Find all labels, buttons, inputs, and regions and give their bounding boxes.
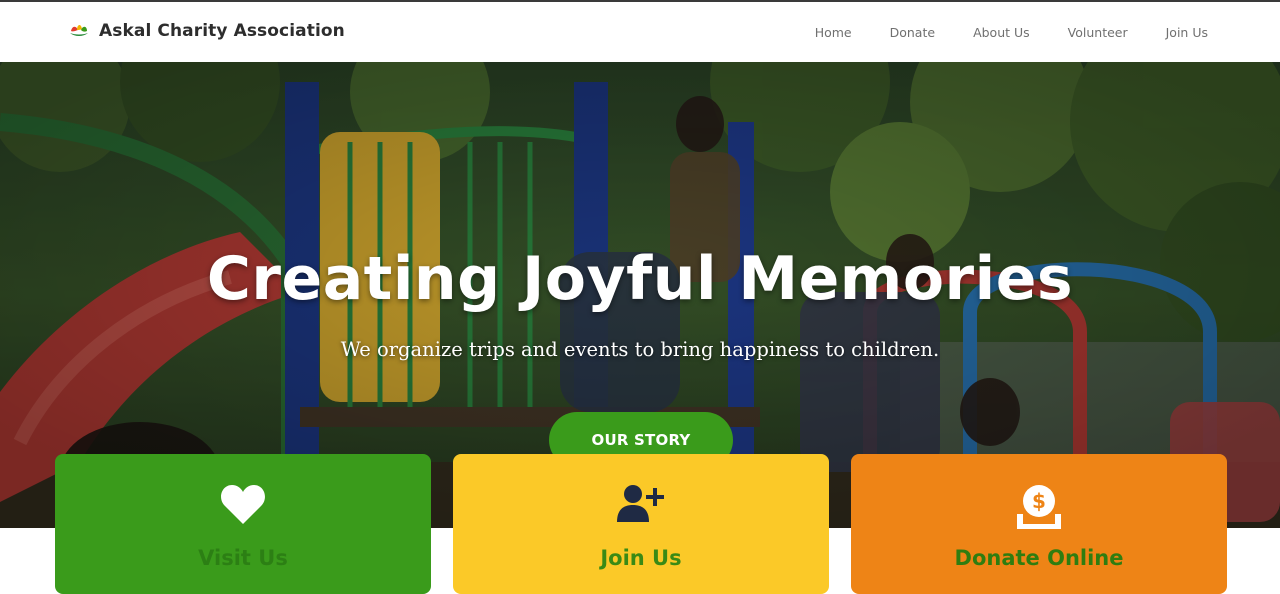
donate-online-label: Donate Online [954,546,1124,570]
svg-text:$: $ [1032,489,1046,513]
visit-us-icon-wrap [55,484,431,526]
visit-us-card[interactable]: Visit Us [55,454,431,594]
donate-icon: $ [1017,485,1061,529]
heart-icon [221,485,265,524]
nav-link-about-us[interactable]: About Us [973,25,1030,40]
add-user-icon [617,485,664,522]
hero-title: Creating Joyful Memories [206,244,1074,314]
brand-name: Askal Charity Association [99,21,345,41]
hero-subtitle: We organize trips and events to bring ha… [340,338,940,361]
main-nav: Home Donate About Us Volunteer Join Us [777,2,1208,62]
visit-us-label: Visit Us [198,546,288,570]
donate-online-icon-wrap: $ [851,484,1227,530]
brand-link[interactable]: Askal Charity Association [68,20,345,42]
nav-link-donate[interactable]: Donate [890,25,935,40]
nav-link-join-us[interactable]: Join Us [1166,25,1208,40]
nav-link-volunteer[interactable]: Volunteer [1068,25,1128,40]
join-us-card[interactable]: Join Us [453,454,829,594]
leaf-logo-icon [70,24,88,36]
navbar: Askal Charity Association Home Donate Ab… [0,2,1280,62]
join-us-label: Join Us [600,546,682,570]
join-us-icon-wrap [453,484,829,524]
nav-link-home[interactable]: Home [815,25,852,40]
donate-online-card[interactable]: $ Donate Online [851,454,1227,594]
